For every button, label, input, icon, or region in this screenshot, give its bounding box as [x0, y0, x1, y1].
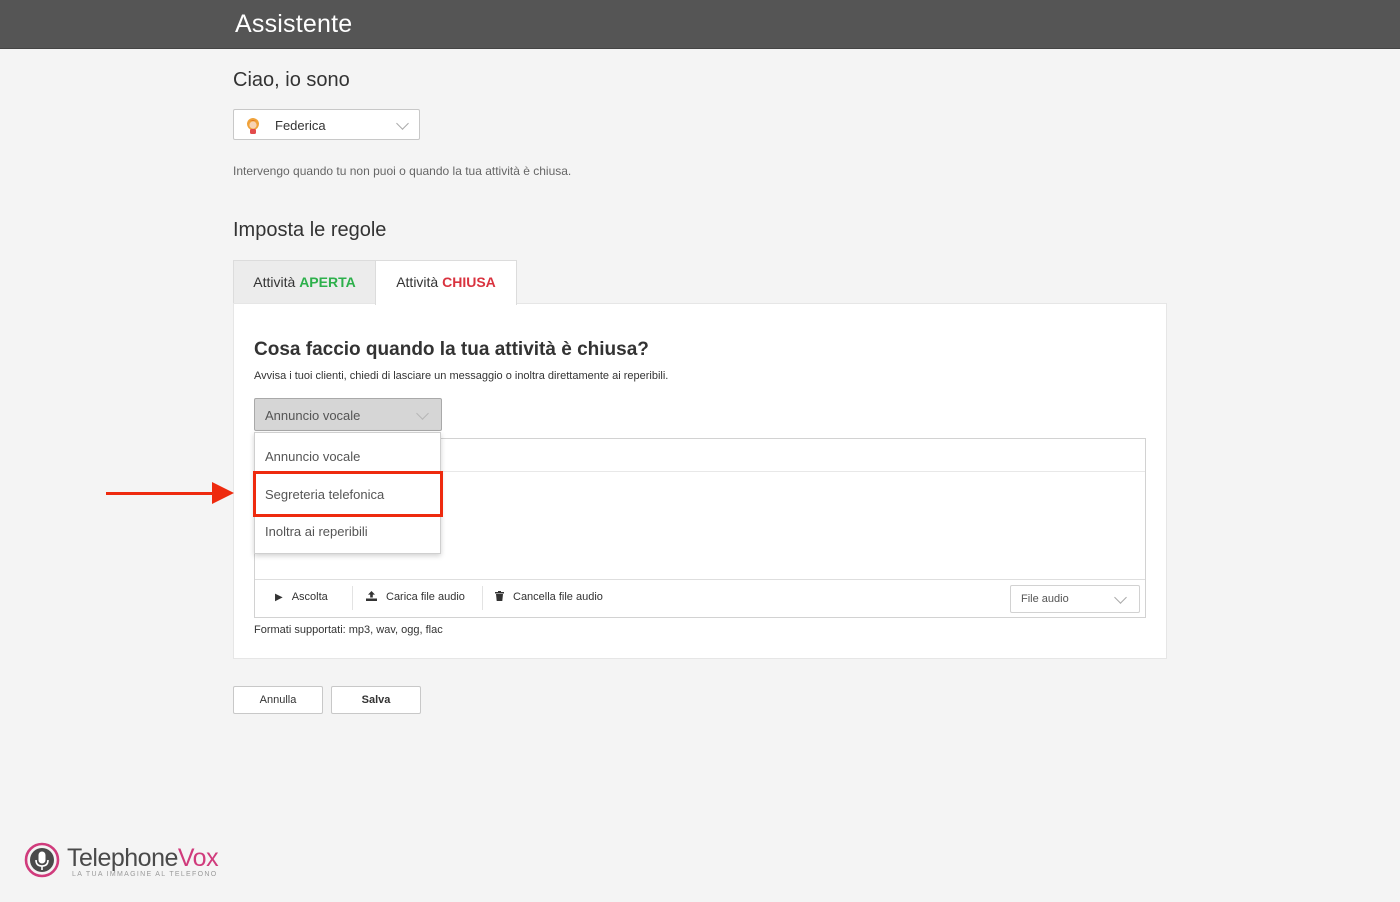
- cancel-button[interactable]: Annulla: [233, 686, 323, 714]
- play-button[interactable]: ▶ Ascolta: [275, 591, 328, 603]
- logo-word-main: Telephone: [67, 844, 178, 872]
- page-title: Assistente: [235, 10, 353, 38]
- dropdown-option-annuncio-vocale[interactable]: Annuncio vocale: [265, 449, 360, 464]
- microphone-logo-icon: [24, 842, 60, 878]
- chevron-down-icon: [416, 407, 429, 420]
- chevron-down-icon: [396, 117, 409, 130]
- upload-audio-label: Carica file audio: [386, 591, 465, 603]
- tab-prefix: Attività: [253, 274, 296, 290]
- mode-select[interactable]: Annuncio vocale: [254, 398, 442, 431]
- rules-heading: Imposta le regole: [233, 219, 387, 241]
- mode-select-value: Annuncio vocale: [265, 408, 361, 423]
- assistant-name: Federica: [275, 118, 326, 133]
- chevron-down-icon: [1114, 591, 1127, 604]
- supported-formats-note: Formati supportati: mp3, wav, ogg, flac: [254, 624, 443, 636]
- upload-audio-button[interactable]: Carica file audio: [366, 591, 465, 603]
- play-label: Ascolta: [291, 591, 328, 603]
- audio-file-select-value: File audio: [1021, 593, 1069, 605]
- panel-subtitle: Avvisa i tuoi clienti, chiedi di lasciar…: [254, 370, 669, 382]
- play-icon: ▶: [275, 592, 283, 603]
- logo-wordmark: TelephoneVox: [67, 844, 219, 873]
- delete-audio-label: Cancella file audio: [513, 591, 603, 603]
- telephonevox-logo: TelephoneVox LA TUA IMMAGINE AL TELEFONO: [24, 842, 224, 882]
- highlight-box: [253, 471, 443, 517]
- annotation-arrow-icon: [212, 482, 234, 504]
- assistant-select[interactable]: Federica: [233, 109, 420, 140]
- tab-status-chiusa: CHIUSA: [442, 274, 496, 290]
- tab-attivita-chiusa[interactable]: Attività CHIUSA: [375, 260, 517, 305]
- toolbar-separator: [352, 586, 353, 610]
- dropdown-option-inoltra-reperibili[interactable]: Inoltra ai reperibili: [265, 524, 368, 539]
- trash-icon: [495, 591, 504, 601]
- save-button[interactable]: Salva: [331, 686, 421, 714]
- top-bar: Assistente: [0, 0, 1400, 49]
- assistant-avatar-icon: [247, 118, 259, 134]
- upload-icon: [366, 591, 377, 601]
- intro-heading: Ciao, io sono: [233, 69, 350, 91]
- audio-toolbar: ▶ Ascolta Carica file audio Cancella file…: [255, 579, 1145, 618]
- toolbar-separator: [482, 586, 483, 610]
- annotation-arrow-shaft: [106, 492, 214, 495]
- assistant-description: Intervengo quando tu non puoi o quando l…: [233, 164, 572, 178]
- panel-title: Cosa faccio quando la tua attività è chi…: [254, 339, 649, 360]
- logo-tagline: LA TUA IMMAGINE AL TELEFONO: [72, 871, 218, 878]
- tab-status-aperta: APERTA: [299, 274, 356, 290]
- delete-audio-button[interactable]: Cancella file audio: [495, 591, 603, 603]
- tab-prefix: Attività: [396, 274, 439, 290]
- tab-attivita-aperta[interactable]: Attività APERTA: [233, 260, 375, 304]
- logo-word-accent: Vox: [177, 844, 219, 872]
- audio-file-select[interactable]: File audio: [1010, 585, 1140, 613]
